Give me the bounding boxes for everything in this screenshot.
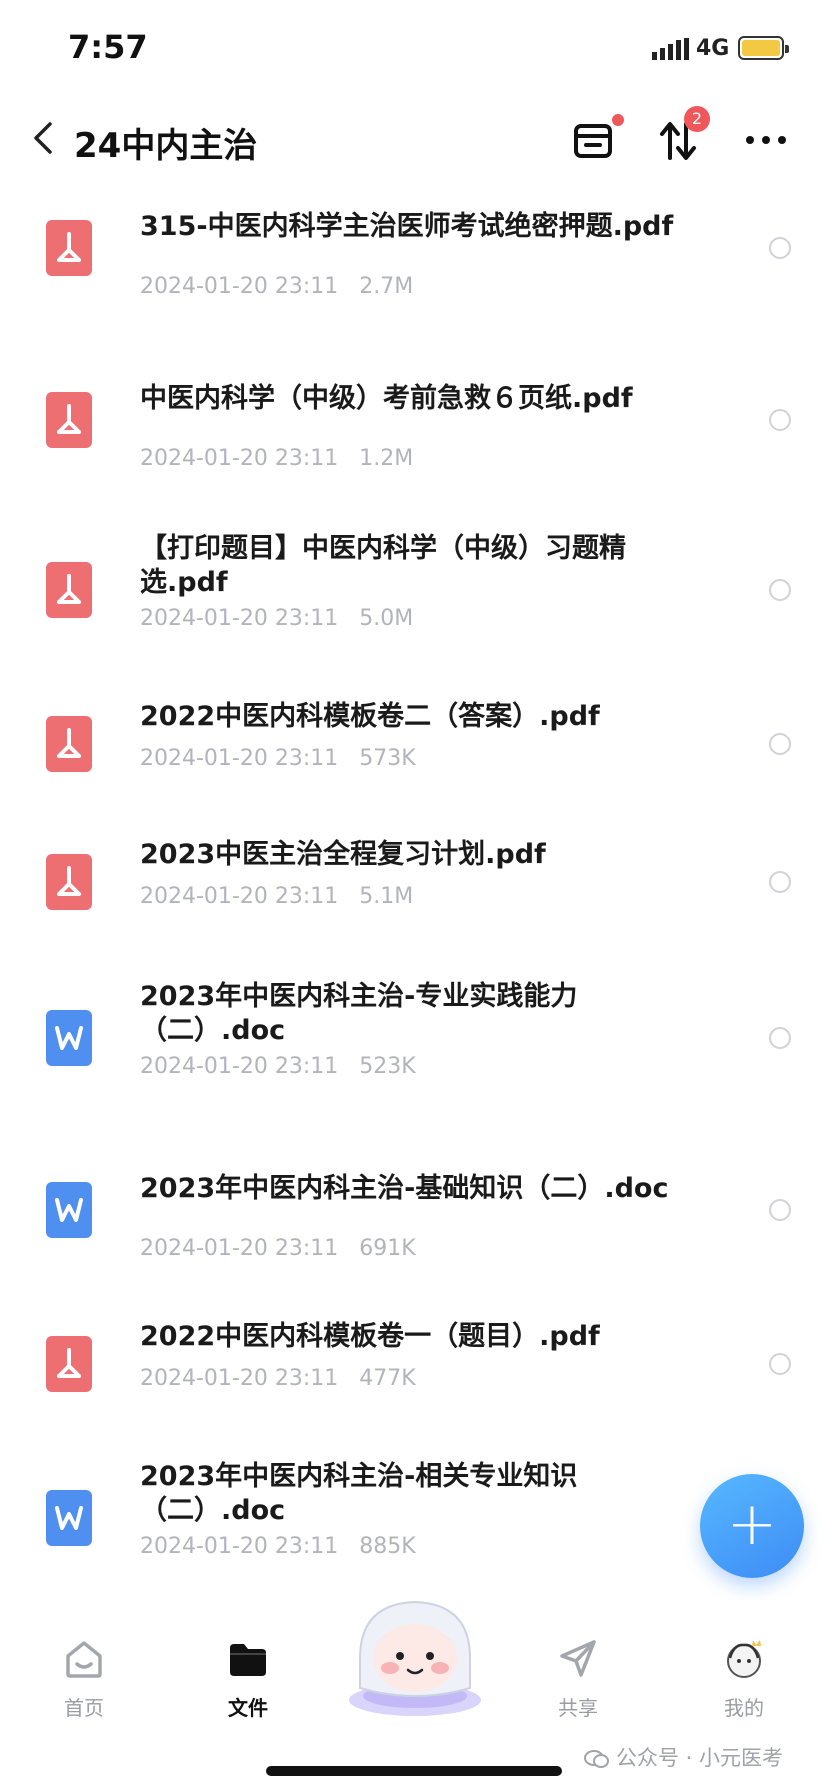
select-checkbox[interactable] [769, 871, 791, 893]
file-row[interactable]: 2022中医内科模板卷一（题目）.pdf 2024-01-20 23:11 47… [0, 1306, 828, 1456]
select-checkbox[interactable] [769, 409, 791, 431]
file-size: 691K [359, 1236, 416, 1261]
file-size: 1.2M [359, 446, 414, 471]
file-date: 2024-01-20 23:11 [140, 1236, 339, 1261]
pdf-file-icon [46, 716, 92, 772]
word-doc-icon [46, 1490, 92, 1546]
file-meta: 2024-01-20 23:11 5.1M [140, 884, 413, 909]
file-size: 573K [359, 746, 416, 771]
tab-files-label: 文件 [228, 1696, 268, 1720]
pdf-file-icon [46, 220, 92, 276]
file-row[interactable]: 2023年中医内科主治-专业实践能力（二）.doc 2024-01-20 23:… [0, 980, 828, 1130]
file-name: 2023中医主治全程复习计划.pdf [140, 839, 546, 870]
assistant-mascot-icon[interactable] [342, 1588, 488, 1718]
word-doc-icon [46, 1010, 92, 1066]
select-checkbox[interactable] [769, 733, 791, 755]
plus-icon: + [726, 1489, 778, 1559]
tab-share-label: 共享 [558, 1696, 598, 1720]
notification-dot [612, 114, 624, 126]
file-date: 2024-01-20 23:11 [140, 274, 339, 299]
file-size: 523K [359, 1054, 416, 1079]
tab-home[interactable]: 首页 [24, 1634, 144, 1721]
tab-home-label: 首页 [64, 1696, 104, 1720]
network-type: 4G [696, 36, 730, 61]
file-meta: 2024-01-20 23:11 523K [140, 1054, 416, 1079]
file-date: 2024-01-20 23:11 [140, 606, 339, 631]
file-meta: 2024-01-20 23:11 691K [140, 1236, 416, 1261]
file-name: 2022中医内科模板卷二（答案）.pdf [140, 701, 600, 732]
tab-share[interactable]: 共享 [518, 1634, 638, 1721]
watermark: 公众号 · 小元医考 [584, 1742, 783, 1772]
header: 24中内主治 2 [0, 100, 828, 200]
transfer-list-button[interactable]: 2 [654, 106, 710, 168]
status-bar: 7:57 4G [0, 0, 828, 100]
signal-strength-icon [652, 38, 689, 60]
file-size: 885K [359, 1534, 416, 1559]
file-row[interactable]: 2022中医内科模板卷二（答案）.pdf 2024-01-20 23:11 57… [0, 686, 828, 836]
file-date: 2024-01-20 23:11 [140, 884, 339, 909]
file-size: 5.0M [359, 606, 414, 631]
file-row[interactable]: 315-中医内科学主治医师考试绝密押题.pdf 2024-01-20 23:11… [0, 190, 828, 340]
file-row[interactable]: 2023中医主治全程复习计划.pdf 2024-01-20 23:11 5.1M [0, 824, 828, 974]
file-date: 2024-01-20 23:11 [140, 1054, 339, 1079]
pdf-file-icon [46, 1336, 92, 1392]
file-date: 2024-01-20 23:11 [140, 1534, 339, 1559]
recycle-bin-button[interactable] [568, 112, 624, 168]
profile-avatar-icon [727, 1640, 761, 1678]
file-row[interactable]: 2023年中医内科主治-基础知识（二）.doc 2024-01-20 23:11… [0, 1152, 828, 1302]
word-doc-icon [46, 1182, 92, 1238]
file-size: 2.7M [359, 274, 414, 299]
file-name: 2023年中医内科主治-专业实践能力（二）.doc [140, 981, 578, 1046]
file-meta: 2024-01-20 23:11 5.0M [140, 606, 413, 631]
status-time: 7:57 [68, 28, 148, 66]
file-row[interactable]: 中医内科学（中级）考前急救６页纸.pdf 2024-01-20 23:11 1.… [0, 362, 828, 512]
bottom-tab-bar: 首页 文件 共享 我的 公众号 · 小元医考 [0, 1600, 828, 1792]
file-row[interactable]: 【打印题目】中医内科学（中级）习题精选.pdf 2024-01-20 23:11… [0, 532, 828, 682]
file-name: 2023年中医内科主治-相关专业知识（二）.doc [140, 1461, 578, 1526]
tab-me[interactable]: 我的 [684, 1634, 804, 1721]
file-meta: 2024-01-20 23:11 477K [140, 1366, 416, 1391]
select-checkbox[interactable] [769, 1027, 791, 1049]
pdf-file-icon [46, 562, 92, 618]
tab-me-label: 我的 [724, 1696, 764, 1720]
file-meta: 2024-01-20 23:11 573K [140, 746, 416, 771]
select-checkbox[interactable] [769, 1353, 791, 1375]
file-name: 2023年中医内科主治-基础知识（二）.doc [140, 1173, 669, 1204]
file-date: 2024-01-20 23:11 [140, 746, 339, 771]
add-file-button[interactable]: + [700, 1474, 804, 1578]
pdf-file-icon [46, 854, 92, 910]
file-name: 2022中医内科模板卷一（题目）.pdf [140, 1321, 600, 1352]
tab-files[interactable]: 文件 [188, 1634, 308, 1721]
wechat-logo-icon [584, 1750, 609, 1768]
file-meta: 2024-01-20 23:11 2.7M [140, 274, 413, 299]
home-icon [66, 1641, 102, 1678]
file-size: 5.1M [359, 884, 414, 909]
select-checkbox[interactable] [769, 237, 791, 259]
file-name: 中医内科学（中级）考前急救６页纸.pdf [140, 383, 633, 414]
file-size: 477K [359, 1366, 416, 1391]
file-meta: 2024-01-20 23:11 885K [140, 1534, 416, 1559]
folder-icon [230, 1644, 266, 1676]
select-checkbox[interactable] [769, 579, 791, 601]
home-indicator [266, 1766, 562, 1776]
share-icon [560, 1640, 596, 1677]
battery-icon [738, 36, 789, 60]
transfer-count-badge: 2 [684, 106, 710, 132]
watermark-text: 公众号 · 小元医考 [616, 1746, 784, 1770]
back-arrow-icon[interactable] [26, 114, 66, 162]
pdf-file-icon [46, 392, 92, 448]
page-title: 24中内主治 [74, 126, 258, 166]
file-meta: 2024-01-20 23:11 1.2M [140, 446, 413, 471]
select-checkbox[interactable] [769, 1199, 791, 1221]
more-options-icon[interactable] [740, 112, 796, 168]
file-date: 2024-01-20 23:11 [140, 446, 339, 471]
file-name: 【打印题目】中医内科学（中级）习题精选.pdf [140, 533, 626, 598]
file-date: 2024-01-20 23:11 [140, 1366, 339, 1391]
file-name: 315-中医内科学主治医师考试绝密押题.pdf [140, 211, 674, 242]
